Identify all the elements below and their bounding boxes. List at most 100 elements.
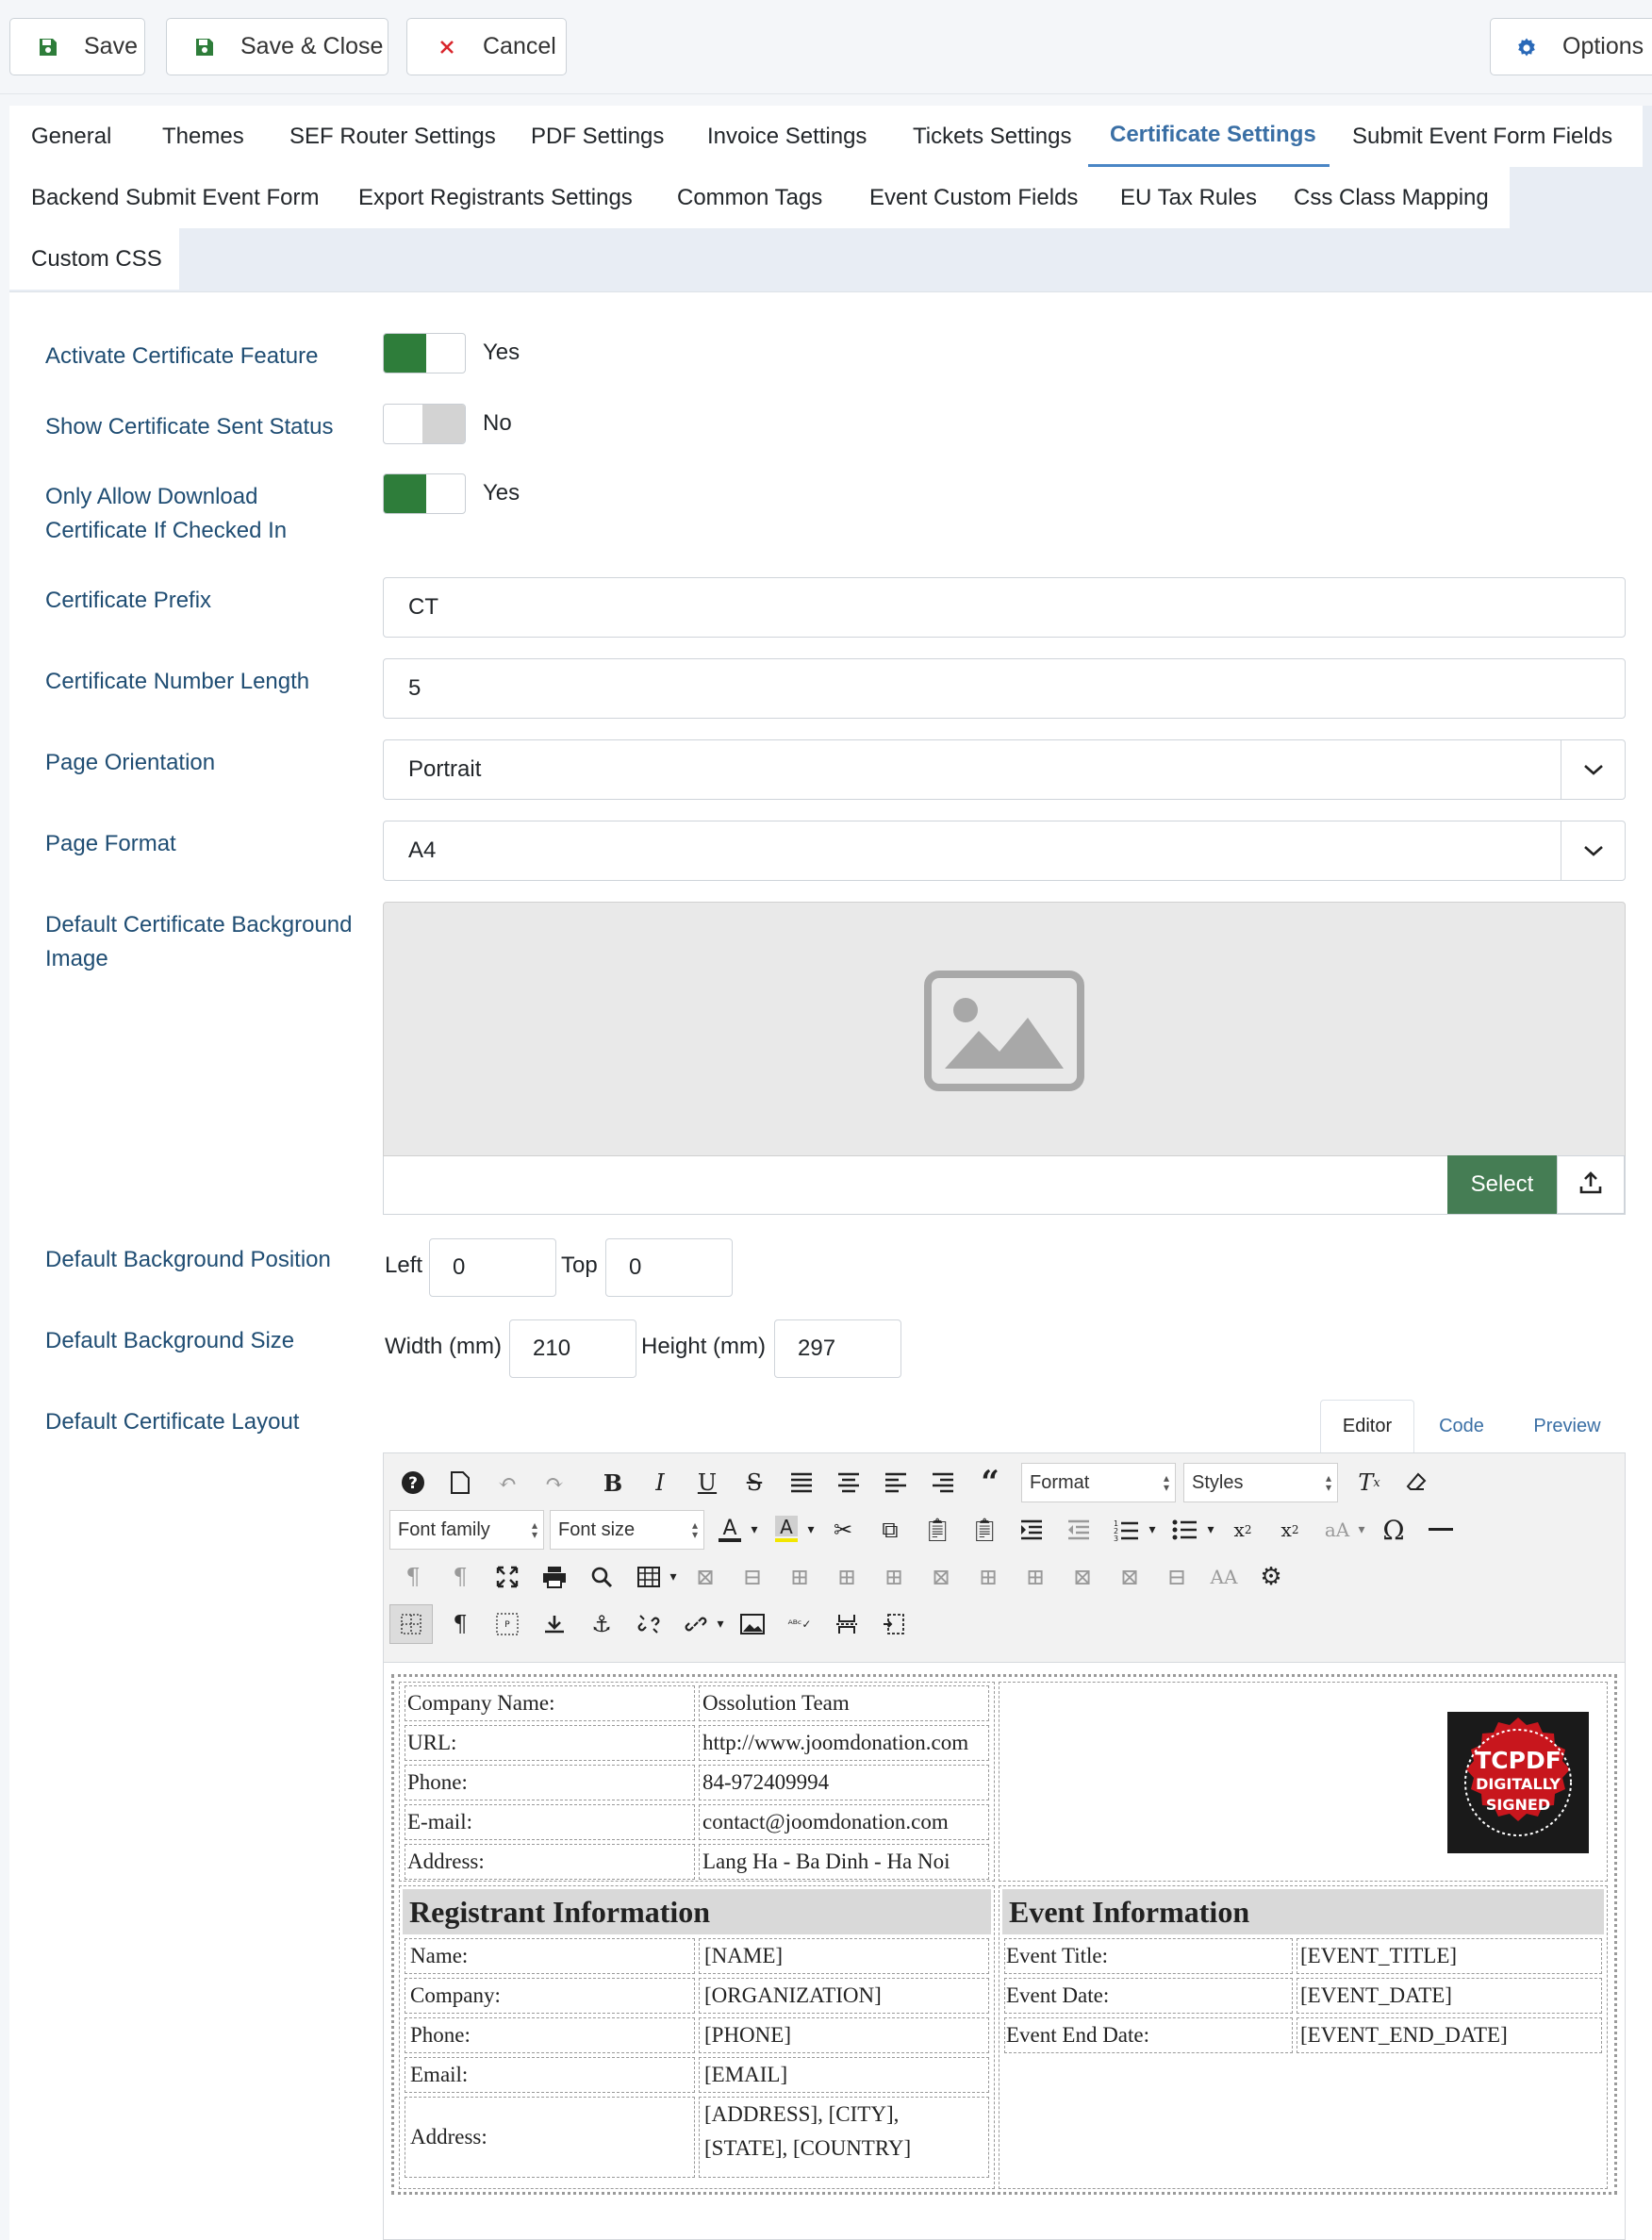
chevron-down-icon[interactable]: ▾ — [1136, 1514, 1168, 1546]
tab-tickets-settings[interactable]: Tickets Settings — [891, 106, 1098, 167]
tab-custom-css[interactable]: Custom CSS — [9, 228, 179, 290]
indent-icon[interactable] — [1016, 1514, 1048, 1546]
only-allow-download-toggle[interactable] — [383, 473, 466, 514]
save-button[interactable]: Save — [9, 18, 145, 75]
chevron-down-icon[interactable]: ▾ — [1346, 1514, 1378, 1546]
pilcrow-icon[interactable]: ¶ — [444, 1608, 476, 1640]
tab-eu-tax-rules[interactable]: EU Tax Rules — [1095, 167, 1268, 228]
table-insert-row-after-icon[interactable]: ⊞ — [878, 1561, 910, 1593]
tab-themes[interactable]: Themes — [140, 106, 271, 167]
tab-backend-submit-event-form[interactable]: Backend Submit Event Form — [9, 167, 333, 228]
upload-button[interactable] — [1557, 1155, 1625, 1214]
horizontal-rule-icon[interactable] — [1425, 1514, 1457, 1546]
tab-general[interactable]: General — [9, 106, 140, 167]
table-delete-row-icon[interactable]: ⊠ — [925, 1561, 957, 1593]
editor-tab-editor[interactable]: Editor — [1320, 1400, 1414, 1452]
editor-tab-code[interactable]: Code — [1414, 1400, 1509, 1452]
omega-icon[interactable]: Ω — [1378, 1514, 1410, 1546]
tab-event-custom-fields[interactable]: Event Custom Fields — [845, 167, 1095, 228]
tab-sef-router-settings[interactable]: SEF Router Settings — [271, 106, 512, 167]
help-icon[interactable]: ? — [397, 1467, 429, 1499]
font-size-dropdown[interactable]: Font size ▴ ▾ — [550, 1510, 704, 1550]
paste-text-icon[interactable]: 📋︎ — [968, 1514, 1000, 1546]
tab-css-class-mapping[interactable]: Css Class Mapping — [1268, 167, 1510, 228]
tab-submit-event-form-fields[interactable]: Submit Event Form Fields — [1330, 106, 1643, 167]
ltr-icon[interactable]: ¶ — [397, 1561, 429, 1593]
unlink-icon[interactable] — [633, 1608, 665, 1640]
tab-certificate-settings[interactable]: Certificate Settings — [1088, 106, 1330, 168]
page-orientation-select[interactable]: Portrait — [383, 739, 1626, 800]
chevron-down-icon[interactable]: ▾ — [738, 1514, 770, 1546]
chevron-down-icon[interactable]: ▾ — [704, 1608, 736, 1640]
page-format-select[interactable]: A4 — [383, 821, 1626, 881]
clear-formatting-icon[interactable]: Tx — [1353, 1467, 1385, 1499]
table-insert-col-after-icon[interactable]: ⊞ — [1019, 1561, 1051, 1593]
left-input[interactable]: 0 — [429, 1238, 556, 1297]
undo-icon[interactable]: ↶ — [491, 1467, 523, 1499]
template-icon[interactable] — [878, 1608, 910, 1640]
chevron-down-icon[interactable]: ▾ — [795, 1514, 827, 1546]
case-change-icon[interactable]: AA — [1208, 1561, 1240, 1593]
subscript-icon[interactable]: x2 — [1227, 1514, 1259, 1546]
cut-icon[interactable]: ✂ — [827, 1514, 859, 1546]
bold-icon[interactable]: B — [597, 1467, 629, 1499]
blockquote-icon[interactable]: “ — [974, 1464, 1006, 1502]
visual-blocks-icon[interactable] — [389, 1604, 433, 1644]
styles-dropdown[interactable]: Styles ▴ ▾ — [1183, 1463, 1338, 1502]
redo-icon[interactable]: ↷ — [538, 1467, 570, 1499]
spellcheck-icon[interactable]: ᴬᴮᶜ✓ — [784, 1608, 816, 1640]
height-input[interactable]: 297 — [774, 1319, 901, 1378]
table-split-cells-icon[interactable]: ⊠ — [1114, 1561, 1146, 1593]
tab-pdf-settings[interactable]: PDF Settings — [512, 106, 688, 167]
table-delete-icon[interactable]: ⊠ — [689, 1561, 721, 1593]
paragraph-block-icon[interactable]: P — [491, 1608, 523, 1640]
align-center-icon[interactable] — [833, 1467, 865, 1499]
format-dropdown[interactable]: Format ▴ ▾ — [1021, 1463, 1176, 1502]
search-icon[interactable] — [586, 1561, 618, 1593]
font-family-dropdown[interactable]: Font family ▴ ▾ — [389, 1510, 544, 1550]
tab-invoice-settings[interactable]: Invoice Settings — [688, 106, 891, 167]
select-image-button[interactable]: Select — [1447, 1155, 1557, 1214]
width-input[interactable]: 210 — [509, 1319, 636, 1378]
paste-icon[interactable]: 📋︎ — [921, 1514, 953, 1546]
chevron-down-icon[interactable]: ▾ — [1195, 1514, 1227, 1546]
insert-icon[interactable] — [538, 1608, 570, 1640]
align-right-icon[interactable] — [927, 1467, 959, 1499]
superscript-icon[interactable]: x2 — [1274, 1514, 1306, 1546]
outdent-icon[interactable] — [1063, 1514, 1095, 1546]
table-row-props-icon[interactable]: ⊟ — [736, 1561, 768, 1593]
print-icon[interactable] — [538, 1561, 570, 1593]
background-image-preview[interactable] — [383, 902, 1626, 1156]
editor-tab-preview[interactable]: Preview — [1518, 1400, 1616, 1452]
tab-export-registrants-settings[interactable]: Export Registrants Settings — [333, 167, 652, 228]
tab-common-tags[interactable]: Common Tags — [652, 167, 845, 228]
rich-text-editor[interactable]: ? ↶ ↷ B I U S “ Format ▴ ▾ Styles ▴ ▾ Tx Fon… — [383, 1452, 1626, 2240]
table-insert-col-before-icon[interactable]: ⊞ — [972, 1561, 1004, 1593]
image-icon[interactable] — [736, 1608, 768, 1640]
page-break-icon[interactable] — [831, 1608, 863, 1640]
rtl-icon[interactable]: ¶ — [444, 1561, 476, 1593]
strikethrough-icon[interactable]: S — [738, 1467, 770, 1499]
certificate-number-length-input[interactable]: 5 — [383, 658, 1626, 719]
top-input[interactable]: 0 — [605, 1238, 733, 1297]
underline-icon[interactable]: U — [691, 1467, 723, 1499]
italic-icon[interactable]: I — [644, 1467, 676, 1499]
table-insert-row-before-icon[interactable]: ⊞ — [831, 1561, 863, 1593]
gear-icon[interactable]: ⚙ — [1255, 1561, 1287, 1593]
activate-certificate-toggle[interactable] — [383, 333, 466, 373]
table-delete-col-icon[interactable]: ⊠ — [1066, 1561, 1099, 1593]
certificate-prefix-input[interactable]: CT — [383, 577, 1626, 638]
table-cell-props-icon[interactable]: ⊞ — [784, 1561, 816, 1593]
anchor-icon[interactable]: ⚓︎ — [586, 1608, 618, 1640]
align-justify-icon[interactable] — [785, 1467, 818, 1499]
chevron-down-icon[interactable]: ▾ — [657, 1561, 689, 1593]
options-button[interactable]: Options — [1490, 18, 1652, 75]
eraser-icon[interactable] — [1400, 1467, 1432, 1499]
cancel-button[interactable]: Cancel — [406, 18, 567, 75]
copy-icon[interactable]: ⧉ — [874, 1514, 906, 1546]
sent-status-toggle[interactable] — [383, 404, 466, 444]
save-close-button[interactable]: Save & Close — [166, 18, 388, 75]
new-document-icon[interactable] — [444, 1467, 476, 1499]
align-left-icon[interactable] — [880, 1467, 912, 1499]
fullscreen-icon[interactable] — [491, 1561, 523, 1593]
